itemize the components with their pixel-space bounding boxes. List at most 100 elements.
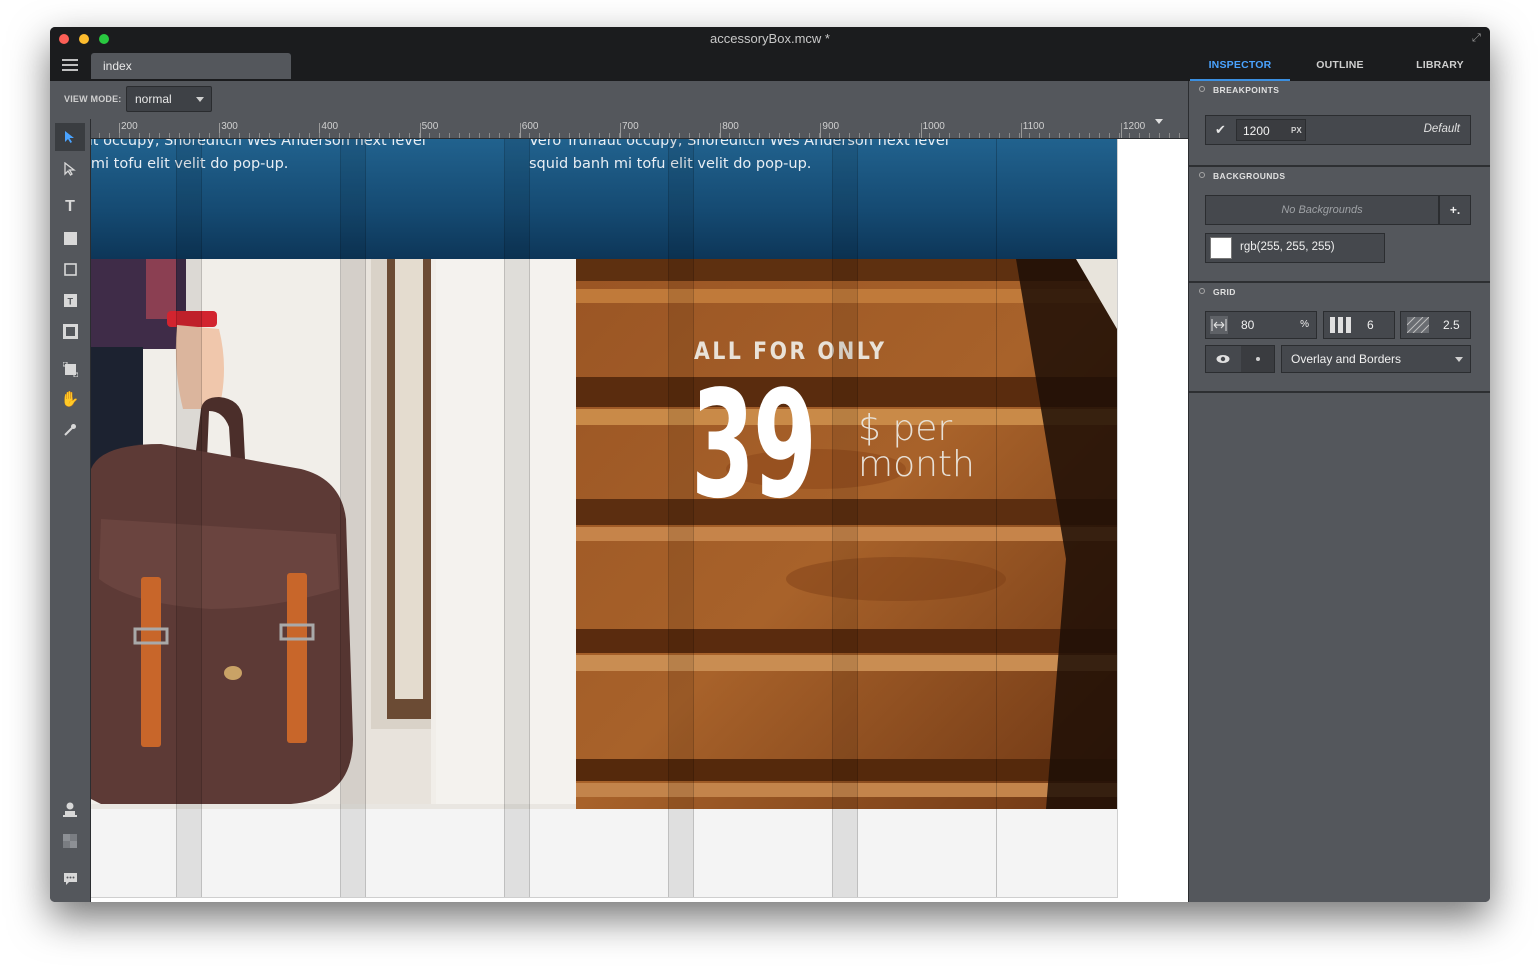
app-window: accessoryBox.mcw * ⤢ index INSPECTOR OUT…	[50, 27, 1490, 902]
crop-icon[interactable]	[55, 355, 85, 383]
ruler-minor-tick	[839, 133, 840, 138]
ruler-minor-tick	[319, 133, 320, 138]
ruler-minor-tick	[609, 133, 610, 138]
ruler-label: 600	[521, 121, 539, 132]
price-unit-text[interactable]: $ per month	[858, 411, 975, 483]
checkmark-icon: ✔	[1215, 122, 1226, 137]
grid-width-field[interactable]: 80 %	[1205, 311, 1317, 339]
ruler-minor-tick	[569, 133, 570, 138]
view-mode-select[interactable]: normal	[126, 86, 212, 112]
ruler-minor-tick	[1089, 133, 1090, 138]
page-artboard[interactable]: Vero Truffaut occupy, Shoreditch Wes And…	[91, 139, 1118, 898]
breakpoint-marker-icon[interactable]	[1155, 119, 1163, 124]
select-arrow-icon[interactable]	[55, 123, 85, 151]
ruler-minor-tick	[489, 133, 490, 138]
ruler-minor-tick	[219, 133, 220, 138]
checker-icon[interactable]	[55, 827, 85, 855]
comment-icon[interactable]	[55, 865, 85, 893]
ruler-minor-tick	[869, 133, 870, 138]
breakpoints-section: BREAKPOINTS ✔ 1200 PX Default	[1189, 81, 1490, 167]
grid-width-value: 80	[1241, 318, 1255, 332]
rectangle-fill-icon[interactable]	[55, 224, 85, 252]
grid-gutter-icon	[1406, 316, 1430, 336]
ruler-minor-tick	[929, 133, 930, 138]
image-tool-icon[interactable]	[55, 317, 85, 345]
eye-icon[interactable]	[1206, 346, 1240, 372]
ruler-minor-tick	[239, 133, 240, 138]
ruler-minor-tick	[1039, 133, 1040, 138]
background-color-row[interactable]: rgb(255, 255, 255)	[1205, 233, 1385, 263]
document-tab-index[interactable]: index	[91, 53, 291, 79]
ruler-minor-tick	[309, 133, 310, 138]
text-box-icon[interactable]: T	[55, 286, 85, 314]
dot-icon[interactable]	[1241, 346, 1274, 372]
breakpoint-unit: PX	[1291, 126, 1302, 135]
title-bar: accessoryBox.mcw * ⤢	[50, 27, 1490, 51]
breakpoints-title: BREAKPOINTS	[1213, 85, 1280, 95]
ruler-minor-tick	[369, 133, 370, 138]
ruler-minor-tick	[1059, 133, 1060, 138]
user-stamp-icon[interactable]	[55, 796, 85, 824]
section-toggle-icon[interactable]	[1199, 86, 1205, 92]
grid-columns-field[interactable]: 6	[1323, 311, 1395, 339]
section-toggle-icon[interactable]	[1199, 288, 1205, 294]
ruler-minor-tick	[579, 133, 580, 138]
ruler-major-tick	[720, 123, 722, 138]
tab-library[interactable]: LIBRARY	[1390, 51, 1490, 81]
ruler-minor-tick	[1129, 133, 1130, 138]
ruler-label: 800	[722, 121, 739, 132]
backpack-photo[interactable]	[91, 259, 576, 809]
grid-gutter-field[interactable]: 2.5	[1400, 311, 1471, 339]
hero-section[interactable]: Vero Truffaut occupy, Shoreditch Wes And…	[91, 139, 1117, 259]
add-background-button[interactable]: +.	[1439, 195, 1471, 225]
grid-width-icon	[1210, 316, 1228, 334]
ruler-minor-tick	[849, 133, 850, 138]
color-swatch[interactable]	[1210, 237, 1232, 259]
breakpoint-width-input[interactable]: 1200 PX	[1236, 119, 1306, 141]
ruler-minor-tick	[249, 133, 250, 138]
ruler-minor-tick	[1139, 133, 1140, 138]
grid-display-mode-select[interactable]: Overlay and Borders	[1281, 345, 1471, 373]
ruler-major-tick	[920, 123, 922, 138]
ruler-minor-tick	[469, 133, 470, 138]
ruler-minor-tick	[859, 133, 860, 138]
fullscreen-icon[interactable]: ⤢	[1472, 32, 1484, 44]
ruler-major-tick	[1121, 123, 1122, 138]
tab-outline[interactable]: OUTLINE	[1290, 51, 1390, 81]
ruler-minor-tick	[149, 133, 150, 138]
hero-paragraph-left[interactable]: Vero Truffaut occupy, Shoreditch Wes And…	[91, 139, 426, 175]
view-mode-value: normal	[135, 92, 172, 106]
ruler-minor-tick	[629, 133, 630, 138]
ruler-minor-tick	[199, 133, 200, 138]
ruler-minor-tick	[109, 133, 110, 138]
ruler-minor-tick	[539, 133, 540, 138]
ruler-minor-tick	[1079, 133, 1080, 138]
ruler-minor-tick	[119, 133, 120, 138]
design-canvas[interactable]: Vero Truffaut occupy, Shoreditch Wes And…	[91, 139, 1188, 902]
text-tool-icon[interactable]: T	[55, 193, 85, 221]
hero-paragraph-right[interactable]: Vero Truffaut occupy, Shoreditch Wes And…	[529, 139, 949, 175]
price-number[interactable]: 39	[691, 371, 817, 519]
grid-visibility-toggle[interactable]	[1205, 345, 1275, 373]
ruler-minor-tick	[949, 133, 950, 138]
ruler-minor-tick	[159, 133, 160, 138]
ruler-minor-tick	[329, 133, 330, 138]
ruler-minor-tick	[429, 133, 430, 138]
ruler-minor-tick	[879, 133, 880, 138]
direct-select-icon[interactable]	[55, 155, 85, 183]
ruler-minor-tick	[689, 133, 690, 138]
ruler-label: 700	[622, 121, 639, 132]
eyedropper-icon[interactable]	[55, 416, 85, 444]
ruler-minor-tick	[619, 133, 620, 138]
breakpoint-row[interactable]: ✔ 1200 PX Default	[1205, 115, 1471, 145]
ruler-minor-tick	[809, 133, 810, 138]
rectangle-outline-icon[interactable]	[55, 255, 85, 283]
hamburger-menu-icon[interactable]	[62, 59, 78, 71]
tab-inspector[interactable]: INSPECTOR	[1190, 51, 1290, 81]
ruler-minor-tick	[1019, 133, 1020, 138]
hand-icon[interactable]: ✋	[55, 385, 85, 413]
ruler-minor-tick	[749, 133, 750, 138]
ruler-minor-tick	[1029, 133, 1030, 138]
section-toggle-icon[interactable]	[1199, 172, 1205, 178]
ruler-label: 200	[121, 121, 138, 132]
